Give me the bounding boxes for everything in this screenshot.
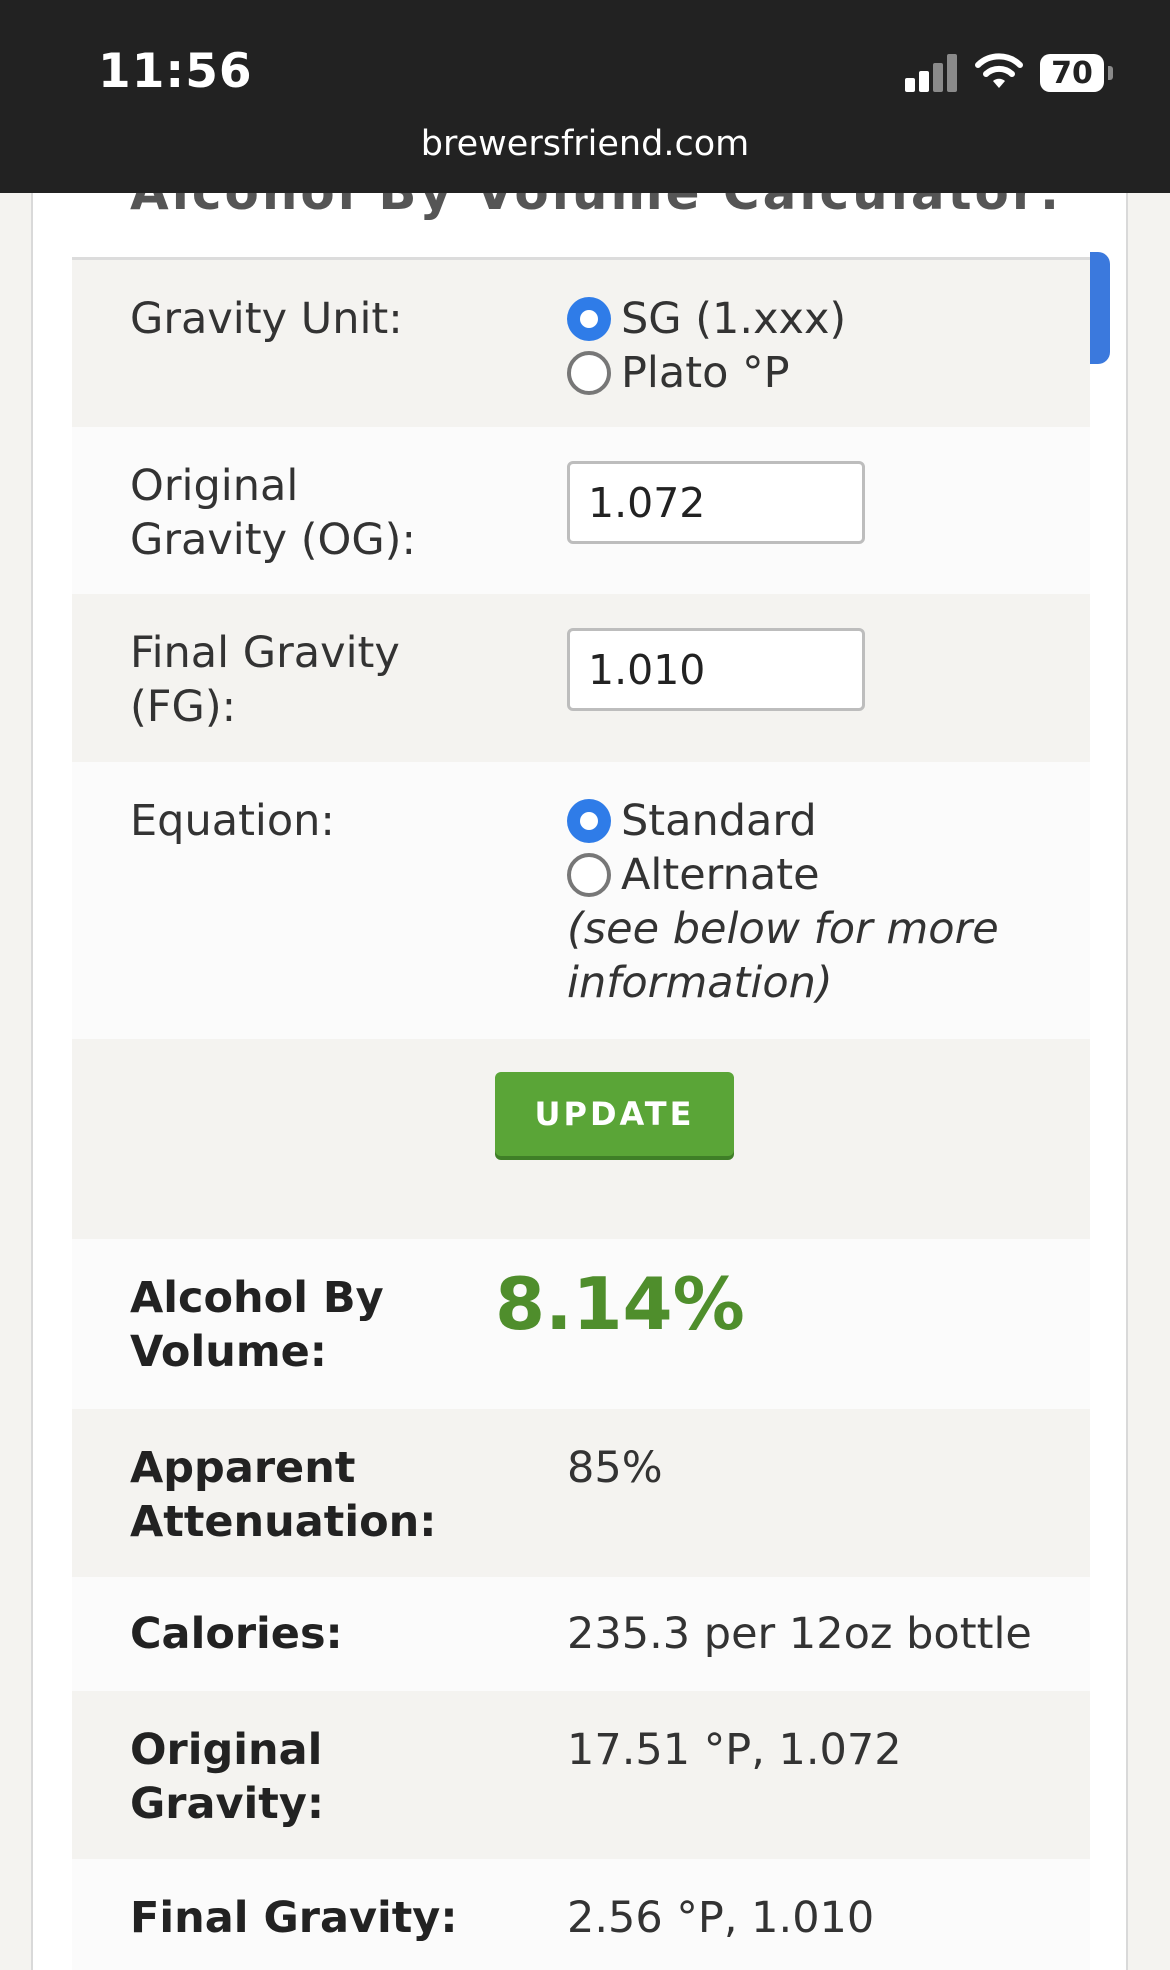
attenuation-row: Apparent Attenuation: 85% <box>72 1409 1090 1577</box>
radio-unselected-icon[interactable] <box>567 853 611 897</box>
abv-label-line1: Alcohol By <box>130 1273 384 1323</box>
og-result-row: Original Gravity: 17.51 °P, 1.072 <box>72 1691 1090 1859</box>
gravity-unit-row: Gravity Unit: SG (1.xxx) Plato °P <box>72 260 1090 427</box>
og-result-label-line1: Original <box>130 1725 323 1775</box>
calories-value: 235.3 per 12oz bottle <box>567 1609 1032 1659</box>
equation-row: Equation: Standard Alternate (see below … <box>72 762 1090 1039</box>
option-plato-label: Plato °P <box>621 348 790 398</box>
original-gravity-row: Original Gravity (OG): <box>72 427 1090 594</box>
attenuation-label: Apparent Attenuation: <box>130 1441 436 1549</box>
equation-note: (see below for more information) <box>567 902 1027 1010</box>
battery-tip <box>1108 66 1113 80</box>
original-gravity-label: Original Gravity (OG): <box>130 459 416 567</box>
status-time: 11:56 <box>98 44 253 99</box>
og-result-label: Original Gravity: <box>130 1723 324 1831</box>
scroll-tab[interactable] <box>1090 252 1110 364</box>
final-gravity-row: Final Gravity (FG): <box>72 594 1090 762</box>
battery-icon: 70 <box>1040 54 1104 92</box>
cellular-signal-icon <box>905 54 957 92</box>
equation-options: Standard Alternate (see below for more i… <box>567 794 1027 1010</box>
gravity-unit-option-plato[interactable]: Plato °P <box>567 346 846 400</box>
address-bar-url[interactable]: brewersfriend.com <box>0 124 1170 164</box>
fg-result-value: 2.56 °P, 1.010 <box>567 1893 875 1943</box>
calories-row: Calories: 235.3 per 12oz bottle <box>72 1577 1090 1691</box>
gravity-unit-label: Gravity Unit: <box>130 294 403 344</box>
update-button[interactable]: UPDATE <box>495 1072 734 1156</box>
og-result-label-line2: Gravity: <box>130 1779 325 1829</box>
radio-selected-icon[interactable] <box>567 297 611 341</box>
equation-option-alternate[interactable]: Alternate <box>567 848 1027 902</box>
option-sg-label: SG (1.xxx) <box>621 294 847 344</box>
calories-label: Calories: <box>130 1609 343 1659</box>
gravity-unit-option-sg[interactable]: SG (1.xxx) <box>567 292 846 346</box>
final-gravity-label-line1: Final Gravity <box>130 628 400 678</box>
radio-selected-icon[interactable] <box>567 799 611 843</box>
equation-note-line2: information) <box>567 958 833 1008</box>
original-gravity-label-line1: Original <box>130 461 299 511</box>
final-gravity-label: Final Gravity (FG): <box>130 626 400 734</box>
og-result-value: 17.51 °P, 1.072 <box>567 1725 902 1775</box>
abv-label-line2: Volume: <box>130 1327 327 1377</box>
attenuation-label-line2: Attenuation: <box>130 1497 437 1547</box>
option-standard-label: Standard <box>621 796 817 846</box>
browser-top-bar: 11:56 70 brewersfriend.com <box>0 0 1170 193</box>
radio-unselected-icon[interactable] <box>567 351 611 395</box>
option-alternate-label: Alternate <box>621 850 820 900</box>
original-gravity-label-line2: Gravity (OG): <box>130 515 416 565</box>
abv-label: Alcohol By Volume: <box>130 1271 384 1379</box>
gravity-unit-options: SG (1.xxx) Plato °P <box>567 292 846 400</box>
calculator-title: Alcohol By Volume Calculator: <box>130 193 1062 221</box>
final-gravity-input[interactable] <box>567 628 865 711</box>
wifi-icon <box>975 53 1023 88</box>
equation-note-line1: (see below for more <box>567 904 999 954</box>
original-gravity-input[interactable] <box>567 461 865 544</box>
attenuation-label-line1: Apparent <box>130 1443 356 1493</box>
final-gravity-label-line2: (FG): <box>130 682 237 732</box>
attenuation-value: 85% <box>567 1443 663 1493</box>
abv-value: 8.14% <box>495 1262 745 1346</box>
equation-label: Equation: <box>130 796 335 846</box>
fg-result-row: Final Gravity: 2.56 °P, 1.010 <box>72 1859 1090 1970</box>
fg-result-label: Final Gravity: <box>130 1893 458 1943</box>
equation-option-standard[interactable]: Standard <box>567 794 1027 848</box>
calculator-header: Alcohol By Volume Calculator: <box>72 193 1090 260</box>
